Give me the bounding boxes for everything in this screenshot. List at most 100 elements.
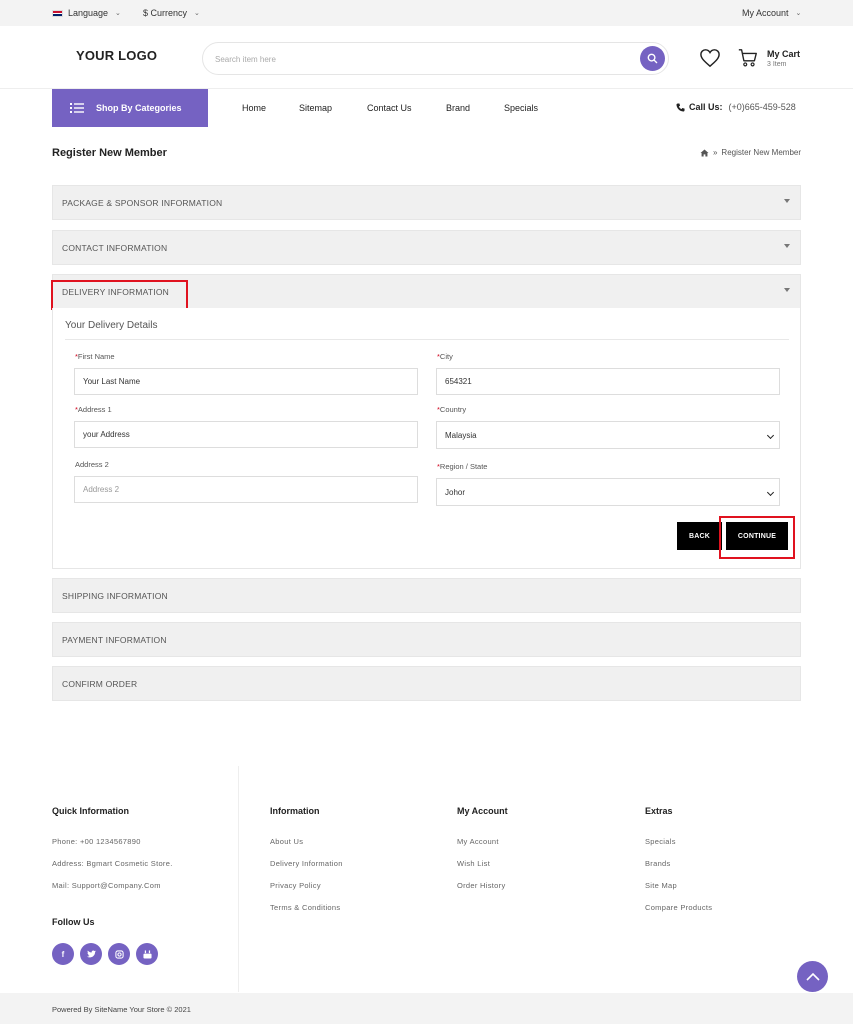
divider bbox=[65, 339, 789, 340]
footer-mail: Mail: Support@Company.Com bbox=[52, 881, 161, 890]
twitter-bird-icon bbox=[86, 950, 96, 958]
first-name-field[interactable] bbox=[74, 368, 418, 395]
footer-quick-info-title: Quick Information bbox=[52, 806, 130, 816]
footer-link-specials[interactable]: Specials bbox=[645, 837, 676, 846]
accordion-label: PACKAGE & SPONSOR INFORMATION bbox=[62, 198, 223, 208]
footer-extras-title: Extras bbox=[645, 806, 673, 816]
copyright-text: Powered By SiteName Your Store © 2021 bbox=[52, 1005, 191, 1014]
chevron-up-icon bbox=[805, 972, 820, 981]
footer-link-wish-list[interactable]: Wish List bbox=[457, 859, 490, 868]
my-account-menu[interactable]: My Account ⌄ bbox=[742, 8, 801, 18]
address1-label-text: Address 1 bbox=[77, 405, 112, 414]
language-selector[interactable]: Language ⌄ bbox=[52, 8, 121, 18]
caret-down-icon bbox=[784, 288, 790, 292]
accordion-label: SHIPPING INFORMATION bbox=[62, 591, 168, 601]
address2-label-text: Address 2 bbox=[75, 460, 109, 469]
nav-link-contact-us[interactable]: Contact Us bbox=[367, 103, 412, 113]
instagram-icon[interactable] bbox=[108, 943, 130, 965]
chevron-down-icon bbox=[766, 431, 775, 440]
scroll-to-top-button[interactable] bbox=[797, 961, 828, 992]
breadcrumb-current: Register New Member bbox=[721, 148, 801, 157]
language-label: Language bbox=[68, 8, 109, 18]
highlight-box-delivery bbox=[51, 280, 188, 310]
footer-bottom-bar: Powered By SiteName Your Store © 2021 bbox=[0, 993, 853, 1024]
address2-field[interactable] bbox=[74, 476, 418, 503]
country-label: *Country bbox=[437, 405, 466, 414]
back-button[interactable]: BACK bbox=[677, 522, 722, 550]
country-select[interactable]: Malaysia bbox=[436, 421, 780, 449]
address2-label: Address 2 bbox=[75, 460, 109, 469]
accordion-label: CONTACT INFORMATION bbox=[62, 243, 168, 253]
address1-label: *Address 1 bbox=[75, 405, 112, 414]
region-selected-value: Johor bbox=[445, 487, 466, 497]
shopping-cart-icon[interactable] bbox=[737, 47, 759, 69]
main-nav: Shop By Categories Home Sitemap Contact … bbox=[0, 89, 853, 127]
call-us: Call Us: (+0)665-459-528 bbox=[676, 102, 796, 112]
search-bar bbox=[202, 42, 669, 75]
caret-down-icon bbox=[784, 244, 790, 248]
accordion-shipping[interactable]: SHIPPING INFORMATION bbox=[52, 578, 801, 613]
country-selected-value: Malaysia bbox=[445, 430, 477, 440]
footer-phone: Phone: +00 1234567890 bbox=[52, 837, 141, 846]
search-input[interactable] bbox=[215, 51, 615, 67]
phone-icon bbox=[676, 102, 685, 112]
footer-my-account-title: My Account bbox=[457, 806, 508, 816]
call-us-label: Call Us: bbox=[689, 102, 723, 112]
footer-link-terms-conditions[interactable]: Terms & Conditions bbox=[270, 903, 340, 912]
highlight-box-continue bbox=[719, 516, 795, 559]
region-label: *Region / State bbox=[437, 462, 487, 471]
shop-by-categories-button[interactable]: Shop By Categories bbox=[52, 89, 208, 127]
accordion-payment[interactable]: PAYMENT INFORMATION bbox=[52, 622, 801, 657]
home-icon[interactable] bbox=[700, 148, 709, 157]
facebook-icon[interactable]: f bbox=[52, 943, 74, 965]
breadcrumb-separator: » bbox=[712, 148, 718, 157]
list-menu-icon bbox=[70, 103, 84, 113]
youtube-icon[interactable] bbox=[136, 943, 158, 965]
footer-link-brands[interactable]: Brands bbox=[645, 859, 671, 868]
follow-us-title: Follow Us bbox=[52, 917, 95, 927]
accordion-contact[interactable]: CONTACT INFORMATION bbox=[52, 230, 801, 265]
chevron-down-icon: ⌄ bbox=[194, 10, 200, 17]
instagram-camera-icon bbox=[114, 949, 124, 959]
delivery-panel: Your Delivery Details *First Name *Addre… bbox=[52, 308, 801, 569]
footer-divider bbox=[238, 766, 239, 992]
accordion-package-sponsor[interactable]: PACKAGE & SPONSOR INFORMATION bbox=[52, 185, 801, 220]
twitter-icon[interactable] bbox=[80, 943, 102, 965]
country-label-text: Country bbox=[439, 405, 467, 414]
address1-field[interactable] bbox=[74, 421, 418, 448]
currency-selector[interactable]: $ Currency ⌄ bbox=[143, 8, 200, 18]
nav-link-home[interactable]: Home bbox=[242, 103, 266, 113]
city-field[interactable] bbox=[436, 368, 780, 395]
nav-link-sitemap[interactable]: Sitemap bbox=[299, 103, 332, 113]
call-us-number: (+0)665-459-528 bbox=[728, 102, 796, 112]
top-bar: Language ⌄ $ Currency ⌄ My Account ⌄ bbox=[0, 0, 853, 26]
delivery-details-heading: Your Delivery Details bbox=[65, 320, 158, 331]
footer-link-site-map[interactable]: Site Map bbox=[645, 881, 677, 890]
site-header: YOUR LOGO My Cart 3 Item bbox=[0, 26, 853, 89]
site-logo[interactable]: YOUR LOGO bbox=[76, 48, 157, 63]
footer-link-privacy-policy[interactable]: Privacy Policy bbox=[270, 881, 321, 890]
chevron-down-icon: ⌄ bbox=[115, 10, 121, 17]
accordion-label: CONFIRM ORDER bbox=[62, 679, 138, 689]
footer-link-compare-products[interactable]: Compare Products bbox=[645, 903, 712, 912]
city-label: *City bbox=[437, 352, 453, 361]
cart-title[interactable]: My Cart bbox=[767, 49, 800, 59]
region-label-text: Region / State bbox=[439, 462, 488, 471]
city-label-text: City bbox=[439, 352, 453, 361]
youtube-play-icon bbox=[142, 949, 152, 959]
footer-link-about-us[interactable]: About Us bbox=[270, 837, 303, 846]
footer-address: Address: Bgmart Cosmetic Store. bbox=[52, 859, 173, 868]
page-title: Register New Member bbox=[52, 147, 167, 159]
wishlist-heart-icon[interactable] bbox=[699, 48, 721, 68]
footer-link-delivery-information[interactable]: Delivery Information bbox=[270, 859, 343, 868]
footer-link-my-account[interactable]: My Account bbox=[457, 837, 499, 846]
footer-link-order-history[interactable]: Order History bbox=[457, 881, 506, 890]
nav-link-specials[interactable]: Specials bbox=[504, 103, 538, 113]
accordion-confirm-order[interactable]: CONFIRM ORDER bbox=[52, 666, 801, 701]
nav-link-brand[interactable]: Brand bbox=[446, 103, 470, 113]
region-select[interactable]: Johor bbox=[436, 478, 780, 506]
cart-count: 3 Item bbox=[767, 61, 787, 68]
breadcrumb: » Register New Member bbox=[700, 148, 801, 157]
first-name-label: *First Name bbox=[75, 352, 115, 361]
search-button[interactable] bbox=[640, 46, 665, 71]
